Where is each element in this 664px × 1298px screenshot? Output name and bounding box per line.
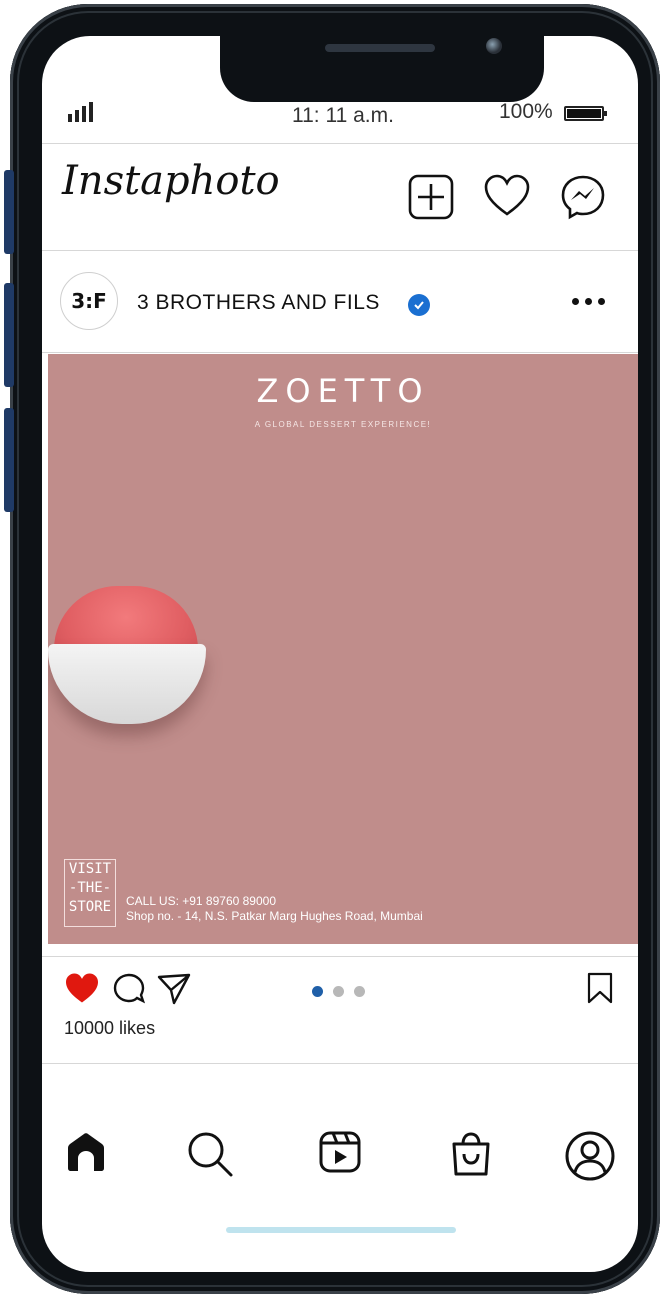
divider <box>42 1063 638 1064</box>
screen: 11: 11 a.m. 100% Instaphoto 3:F 3 BROTHE… <box>42 36 638 1272</box>
notch <box>220 36 544 102</box>
avatar[interactable]: 3:F <box>60 272 118 330</box>
volume-up-button <box>4 283 14 387</box>
comment-icon[interactable] <box>112 972 146 1004</box>
divider <box>42 956 638 957</box>
front-camera <box>486 38 502 54</box>
reels-icon[interactable] <box>318 1130 362 1174</box>
bookmark-icon[interactable] <box>586 972 614 1004</box>
heart-icon[interactable] <box>484 174 530 220</box>
post-image[interactable]: ZOETTO A GLOBAL DESSERT EXPERIENCE! VISI… <box>48 354 638 944</box>
carousel-dot <box>312 986 323 997</box>
home-indicator[interactable] <box>226 1227 456 1233</box>
signal-icon <box>68 102 93 122</box>
search-icon[interactable] <box>186 1130 234 1178</box>
address-text: Shop no. - 14, N.S. Patkar Marg Hughes R… <box>126 909 423 923</box>
zoetto-tagline: A GLOBAL DESSERT EXPERIENCE! <box>254 420 432 429</box>
visit-line: -THE- <box>68 880 112 896</box>
mute-switch <box>4 170 14 254</box>
divider <box>42 250 638 251</box>
account-name[interactable]: 3 BROTHERS AND FILS <box>137 291 380 315</box>
volume-down-button <box>4 408 14 512</box>
messenger-icon[interactable] <box>560 174 606 220</box>
battery-percent: 100% <box>499 100 553 123</box>
shop-icon[interactable] <box>450 1130 492 1178</box>
call-text: CALL US: +91 89760 89000 <box>126 894 277 908</box>
visit-line: STORE <box>68 899 112 915</box>
contact-info: CALL US: +91 89760 89000 Shop no. - 14, … <box>126 894 423 924</box>
carousel-dot <box>333 986 344 997</box>
visit-line: VISIT <box>68 861 112 877</box>
avatar-logo-text: 3:F <box>71 289 107 313</box>
heart-filled-icon[interactable] <box>64 972 100 1004</box>
carousel-indicator <box>312 986 365 997</box>
divider <box>42 352 638 353</box>
ice-cream-bowl <box>48 644 206 724</box>
battery-icon <box>564 106 607 121</box>
zoetto-logo: ZOETTO A GLOBAL DESSERT EXPERIENCE! <box>48 372 638 429</box>
profile-icon[interactable] <box>564 1130 616 1182</box>
share-icon[interactable] <box>156 972 192 1006</box>
divider <box>42 143 638 144</box>
status-time: 11: 11 a.m. <box>292 104 394 127</box>
add-post-icon[interactable] <box>408 174 454 220</box>
more-options-icon[interactable] <box>572 298 605 305</box>
carousel-dot <box>354 986 365 997</box>
visit-store-badge: VISIT -THE- STORE <box>64 859 116 927</box>
zoetto-brand: ZOETTO <box>256 372 430 410</box>
verified-badge-icon <box>408 294 430 316</box>
app-logo: Instaphoto <box>62 158 280 204</box>
home-icon[interactable] <box>64 1130 108 1174</box>
likes-count[interactable]: 10000 likes <box>64 1018 155 1039</box>
speaker <box>325 44 435 52</box>
